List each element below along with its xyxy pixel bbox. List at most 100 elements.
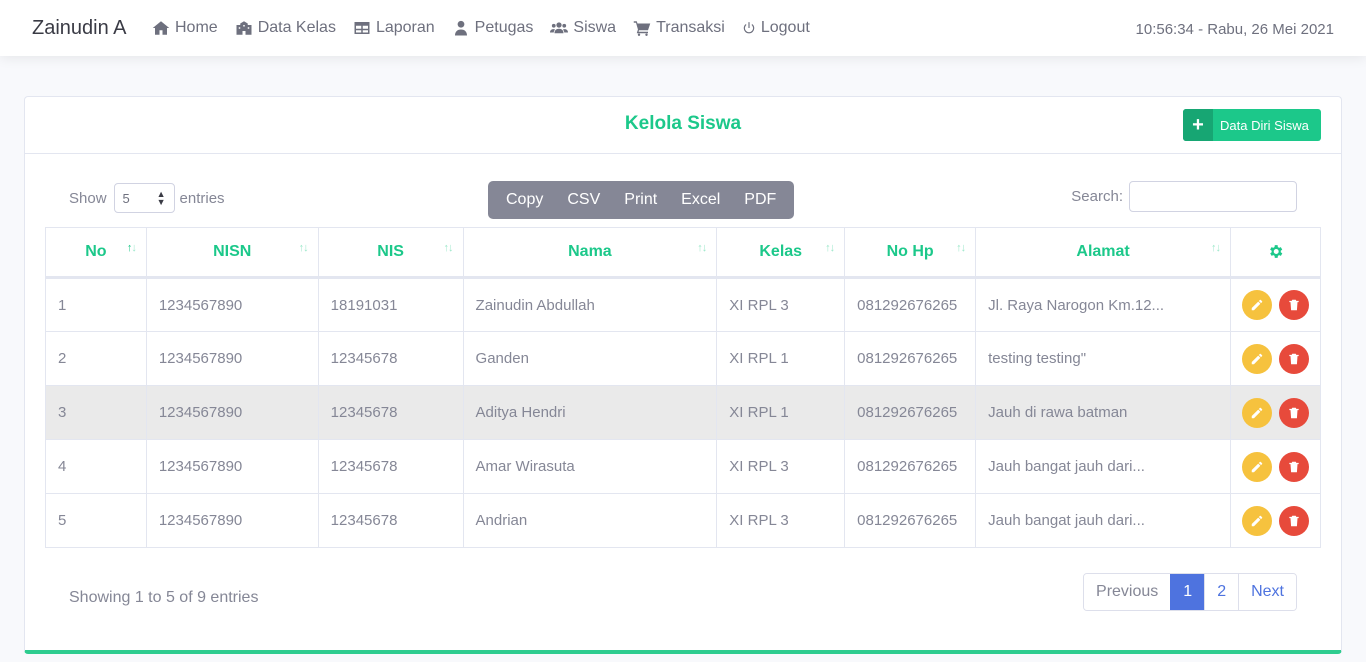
column-header-no-hp[interactable]: No Hp ↑↓ [844,227,977,279]
edit-button[interactable] [1242,290,1273,320]
search-input[interactable] [1129,181,1297,212]
user-tie-icon [454,20,467,36]
cell-no-hp: 081292676265 [844,331,977,386]
nav-item-petugas[interactable]: Petugas [452,19,534,37]
card-header: Kelola Siswa + Data Diri Siswa [25,97,1341,154]
entries-select-value: 5 [122,190,130,206]
cell-kelas: XI RPL 1 [716,331,846,386]
sort-icon: ↑↓ [697,242,707,254]
cell-no: 2 [45,331,147,386]
column-header-actions [1230,227,1321,279]
table-row: 4 1234567890 12345678 Amar Wirasuta XI R… [45,439,1321,494]
cell-alamat: Jauh bangat jauh dari... [975,493,1231,548]
cell-actions [1230,385,1321,440]
nav-item-label: Data Kelas [257,19,336,36]
column-header-kelas[interactable]: Kelas ↑↓ [716,227,846,279]
nav-item-transaksi[interactable]: Transaksi [633,19,725,37]
entries-select[interactable]: 5 ▲ ▼ [113,183,175,213]
power-icon [743,22,755,34]
cell-alamat: Jl. Raya Narogon Km.12... [975,277,1231,332]
entries-label: entries [179,189,225,207]
cell-nis: 18191031 [317,277,464,332]
page-1-button[interactable]: 1 [1170,574,1205,610]
nav-item-label: Logout [760,19,810,36]
page-title: Kelola Siswa [624,113,742,134]
trash-icon [1288,299,1299,311]
cell-kelas: XI RPL 3 [716,493,846,548]
nav-menu: Home Data Kelas Laporan Petugas Siswa Tr… [152,0,827,56]
delete-button[interactable] [1278,505,1309,536]
table-row: 5 1234567890 12345678 Andrian XI RPL 3 0… [45,493,1321,548]
pencil-icon [1252,299,1263,311]
search: Search: [1071,181,1297,212]
column-header-nis[interactable]: NIS ↑↓ [317,227,464,279]
siswa-table: No ↑↓ NISN ↑↓ NIS ↑↓ Nama ↑↓ Kelas ↑↓ No Hp ↑↓… [45,227,1321,548]
edit-button[interactable] [1242,505,1273,536]
column-header-alamat[interactable]: Alamat ↑↓ [975,227,1231,279]
export-button-group: Copy CSV Print Excel PDF [488,181,795,219]
pdf-button[interactable]: PDF [732,191,788,209]
sort-icon: ↑↓ [825,242,835,254]
pencil-icon [1252,353,1263,364]
column-header-no[interactable]: No ↑↓ [45,227,147,279]
cell-alamat: Jauh bangat jauh dari... [975,439,1231,494]
cell-actions [1230,493,1321,548]
cell-actions [1230,439,1321,494]
nav-item-siswa[interactable]: Siswa [550,19,616,37]
nav-item-logout[interactable]: Logout [742,19,810,37]
top-navbar: Zainudin A Home Data Kelas Laporan Petug… [0,0,1366,56]
cell-no-hp: 081292676265 [844,277,977,332]
brand[interactable]: Zainudin A [32,17,127,40]
cell-nisn: 1234567890 [145,385,319,440]
nav-item-laporan[interactable]: Laporan [353,19,435,37]
school-icon [236,21,252,35]
pencil-icon [1252,407,1263,418]
table-header-row: No ↑↓ NISN ↑↓ NIS ↑↓ Nama ↑↓ Kelas ↑↓ No Hp ↑↓… [45,227,1321,279]
table-info: Showing 1 to 5 of 9 entries [69,589,259,606]
sort-icon: ↑↓ [443,242,454,254]
csv-button[interactable]: CSV [555,191,612,209]
nav-item-label: Petugas [474,19,534,36]
delete-button[interactable] [1278,290,1309,320]
edit-button[interactable] [1242,451,1273,482]
pagination: Previous 1 2 Next [1083,573,1297,611]
page-2-button[interactable]: 2 [1204,574,1239,610]
delete-button[interactable] [1278,451,1309,482]
search-label: Search: [1071,188,1123,205]
cell-no: 5 [45,493,147,548]
sort-icon: ↑↓ [1211,242,1221,254]
nav-item-label: Home [175,19,218,36]
plus-icon: + [1183,109,1213,141]
users-icon [550,22,569,34]
edit-button[interactable] [1242,397,1273,428]
cell-actions [1230,277,1321,332]
column-header-nama[interactable]: Nama ↑↓ [462,227,718,279]
show-label: Show [69,189,107,207]
cell-alamat: testing testing" [975,331,1231,386]
nav-item-data-kelas[interactable]: Data Kelas [235,19,336,37]
previous-button[interactable]: Previous [1084,574,1171,610]
table-row: 3 1234567890 12345678 Aditya Hendri XI R… [45,385,1321,440]
cell-nama: Aditya Hendri [462,385,718,440]
copy-button[interactable]: Copy [494,191,555,209]
delete-button[interactable] [1278,397,1309,428]
excel-button[interactable]: Excel [669,191,732,209]
cell-nisn: 1234567890 [145,331,319,386]
pencil-icon [1252,461,1263,472]
column-header-nisn[interactable]: NISN ↑↓ [145,227,319,279]
add-data-diri-siswa-button[interactable]: + Data Diri Siswa [1183,109,1321,141]
delete-button[interactable] [1278,343,1309,374]
cell-kelas: XI RPL 1 [716,385,846,440]
cell-no-hp: 081292676265 [844,385,977,440]
cell-alamat: Jauh di rawa batman [975,385,1231,440]
select-arrows-icon: ▲ ▼ [156,189,166,207]
next-button[interactable]: Next [1238,574,1296,610]
cell-nisn: 1234567890 [145,493,319,548]
cell-nama: Andrian [462,493,718,548]
cell-nis: 12345678 [317,439,464,494]
table-icon [354,22,370,34]
edit-button[interactable] [1242,343,1273,374]
nav-item-home[interactable]: Home [152,19,218,37]
print-button[interactable]: Print [612,191,669,209]
cell-nisn: 1234567890 [145,439,319,494]
